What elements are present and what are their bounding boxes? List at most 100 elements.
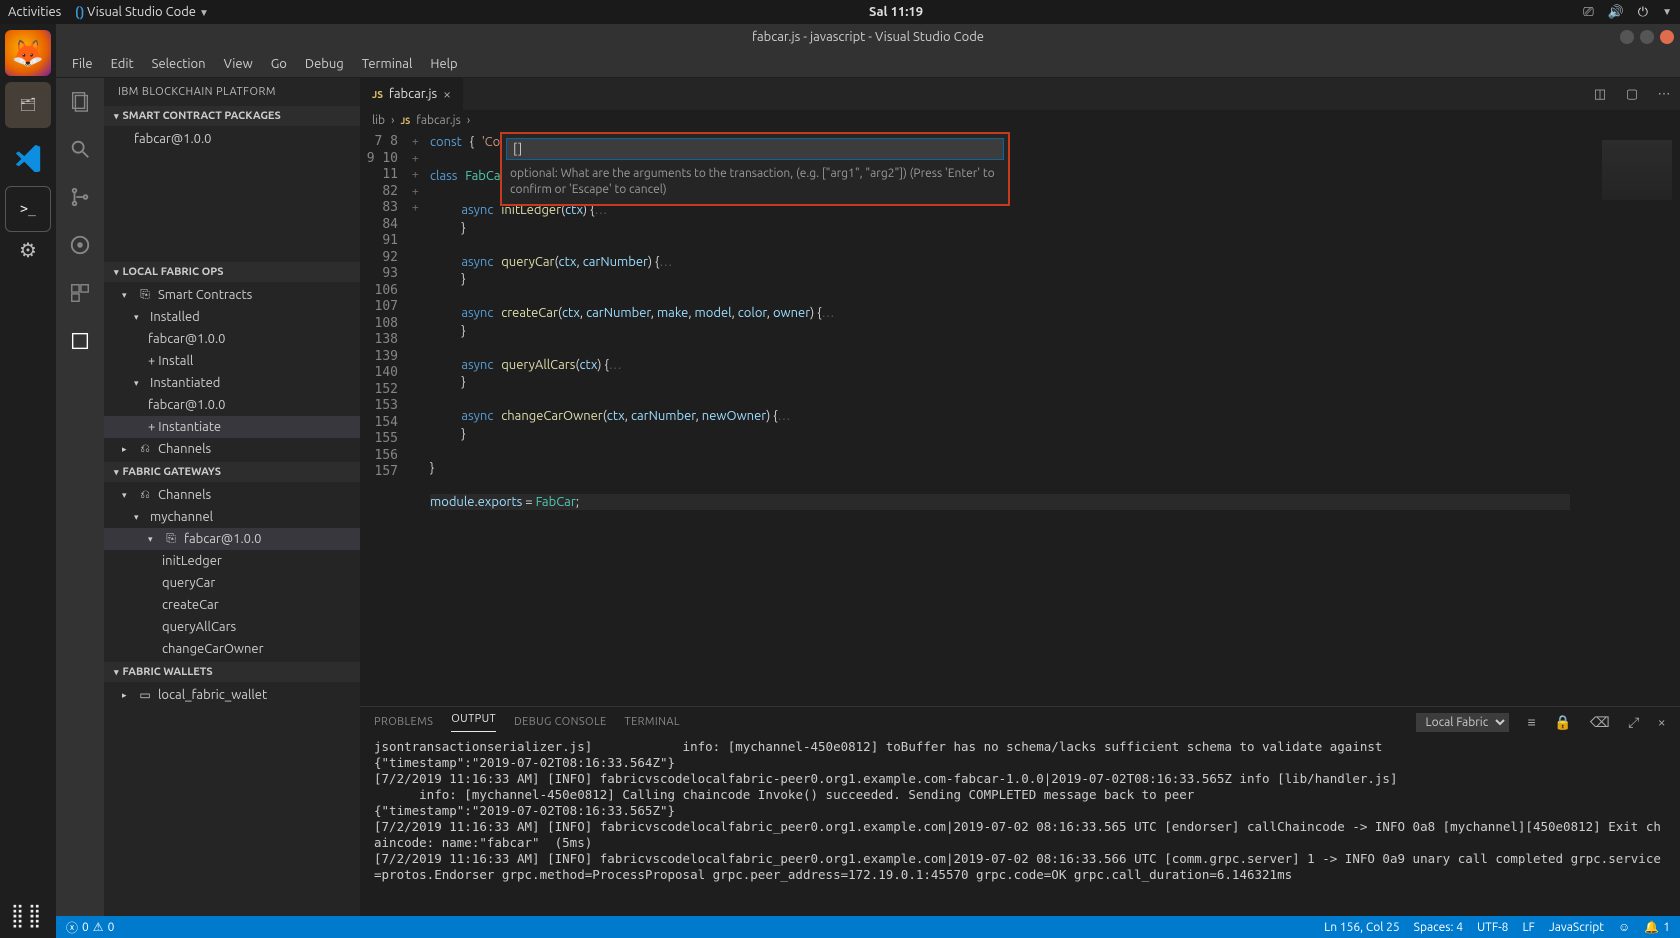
tab-label: fabcar.js [389,87,437,101]
js-file-icon: JS [372,89,383,100]
breadcrumb-segment[interactable]: fabcar.js [416,114,461,127]
toggle-panel-icon[interactable]: ▢ [1616,78,1648,110]
panel-close-icon[interactable]: × [1658,714,1666,730]
window-maximize[interactable] [1640,30,1654,44]
network-icon[interactable]: ⎚ [1583,5,1593,20]
status-feedback-icon[interactable]: ☺ [1618,920,1630,934]
quick-input-box: optional: What are the arguments to the … [500,132,1010,206]
status-eol[interactable]: LF [1522,921,1534,934]
section-gateways[interactable]: ▾FABRIC GATEWAYS [104,462,360,482]
package-item[interactable]: fabcar@1.0.0 [104,128,360,150]
dock-settings[interactable]: ⚙ [19,238,37,262]
fold-column[interactable]: + + + + + [412,132,426,706]
dock-vscode[interactable] [5,134,51,180]
vscode-window: fabcar.js - javascript - Visual Studio C… [56,24,1680,938]
tree-installed[interactable]: ▾Installed [104,306,360,328]
menu-debug[interactable]: Debug [297,53,352,75]
tree-fn-querycar[interactable]: queryCar [104,572,360,594]
search-icon[interactable] [67,136,93,162]
output-wrap-icon[interactable]: ≡ [1527,714,1536,730]
bottom-panel: PROBLEMS OUTPUT DEBUG CONSOLE TERMINAL L… [360,706,1680,916]
power-icon[interactable]: ⏻ [1638,5,1648,20]
menu-terminal[interactable]: Terminal [354,53,421,75]
extensions-icon[interactable] [67,280,93,306]
js-file-icon: JS [400,116,410,126]
status-encoding[interactable]: UTF-8 [1477,921,1508,934]
tab-close-icon[interactable]: × [443,86,451,102]
explorer-icon[interactable] [67,88,93,114]
status-bar: ⓧ 0 ⚠ 0 Ln 156, Col 25 Spaces: 4 UTF-8 L… [56,916,1680,938]
minimap[interactable] [1570,132,1680,706]
volume-icon[interactable]: 🔊 [1608,5,1624,20]
breadcrumb-segment[interactable]: lib [372,114,385,127]
output-lock-icon[interactable]: 🔒 [1554,714,1572,731]
dock-terminal[interactable]: >_ [5,186,51,232]
tree-fn-queryallcars[interactable]: queryAllCars [104,616,360,638]
output-body[interactable]: jsontransactionserializer.js] info: [myc… [360,737,1680,916]
dock-files[interactable]: 🗂 [5,82,51,128]
editor-area: JS fabcar.js × ◫ ▢ ⋯ lib› JS fabcar.js› … [360,78,1680,916]
window-title: fabcar.js - javascript - Visual Studio C… [752,30,984,44]
clock[interactable]: Sal 11:19 [209,5,1583,19]
panel-tab-problems[interactable]: PROBLEMS [374,716,433,728]
menu-view[interactable]: View [216,53,261,75]
tree-wallet[interactable]: ▸▭local_fabric_wallet [104,684,360,706]
section-local-fabric-ops[interactable]: ▾LOCAL FABRIC OPS [104,262,360,282]
breadcrumbs[interactable]: lib› JS fabcar.js› [360,110,1680,132]
more-actions-icon[interactable]: ⋯ [1648,78,1680,110]
tree-channels[interactable]: ▸⎌Channels [104,438,360,460]
tree-fn-changecarowner[interactable]: changeCarOwner [104,638,360,660]
tree-gw-mychannel[interactable]: ▾mychannel [104,506,360,528]
tree-gw-contract[interactable]: ▾⎘fabcar@1.0.0 [104,528,360,550]
panel-tab-terminal[interactable]: TERMINAL [625,716,680,728]
tree-gw-channels[interactable]: ▾⎌Channels [104,484,360,506]
tree-instantiated[interactable]: ▾Instantiated [104,372,360,394]
source-control-icon[interactable] [67,184,93,210]
window-close[interactable] [1660,30,1674,44]
output-clear-icon[interactable]: ⌫ [1590,714,1610,731]
section-packages[interactable]: ▾SMART CONTRACT PACKAGES [104,106,360,126]
contract-icon: ⎘ [164,532,178,546]
menu-go[interactable]: Go [263,53,295,75]
tree-fn-initledger[interactable]: initLedger [104,550,360,572]
side-panel: IBM BLOCKCHAIN PLATFORM ▾SMART CONTRACT … [104,78,360,916]
ibm-blockchain-icon[interactable] [67,328,93,354]
output-channel-select[interactable]: Local Fabric [1416,713,1509,732]
status-language[interactable]: JavaScript [1549,921,1604,934]
status-ln-col[interactable]: Ln 156, Col 25 [1324,921,1400,934]
dock-show-apps[interactable]: ⠿⠿⠿⠿ [11,908,45,928]
tree-install-action[interactable]: + Install [104,350,360,372]
status-errors[interactable]: ⓧ 0 ⚠ 0 [66,919,114,936]
dock-firefox[interactable]: 🦊 [5,30,51,76]
system-menu-caret[interactable]: ▼ [1662,6,1672,18]
menu-help[interactable]: Help [422,53,465,75]
status-spaces[interactable]: Spaces: 4 [1414,921,1463,934]
tree-fn-createcar[interactable]: createCar [104,594,360,616]
tree-installed-item[interactable]: fabcar@1.0.0 [104,328,360,350]
panel-tab-debug-console[interactable]: DEBUG CONSOLE [514,716,607,728]
tab-fabcar[interactable]: JS fabcar.js × [360,78,464,110]
editor-tabs: JS fabcar.js × ◫ ▢ ⋯ [360,78,1680,110]
side-panel-title: IBM BLOCKCHAIN PLATFORM [104,78,360,106]
window-minimize[interactable] [1620,30,1634,44]
gnome-topbar: Activities ⟮⟯ Visual Studio Code ▼ Sal 1… [0,0,1680,24]
panel-maximize-icon[interactable]: ⤢ [1628,714,1640,731]
tree-instantiated-item[interactable]: fabcar@1.0.0 [104,394,360,416]
code-content[interactable]: const { 'Co…' class FabCar extends Contr… [426,132,1570,706]
section-wallets[interactable]: ▾FABRIC WALLETS [104,662,360,682]
contracts-icon: ⎘ [138,288,152,302]
transaction-args-input[interactable] [506,138,1004,160]
tree-instantiate-action[interactable]: + Instantiate [104,416,360,438]
menu-selection[interactable]: Selection [144,53,214,75]
split-editor-icon[interactable]: ◫ [1584,78,1616,110]
status-notifications[interactable]: 🔔 1 [1644,920,1670,934]
activities-button[interactable]: Activities [8,5,61,19]
debug-icon[interactable] [67,232,93,258]
app-indicator[interactable]: ⟮⟯ Visual Studio Code ▼ [75,5,209,20]
editor-body[interactable]: 7 8 9 10 11 82 83 84 91 92 93 106 107 10… [360,132,1680,706]
panel-tabs: PROBLEMS OUTPUT DEBUG CONSOLE TERMINAL L… [360,707,1680,737]
menu-file[interactable]: File [64,53,101,75]
panel-tab-output[interactable]: OUTPUT [451,713,496,732]
menu-edit[interactable]: Edit [103,53,142,75]
tree-smart-contracts[interactable]: ▾⎘Smart Contracts [104,284,360,306]
